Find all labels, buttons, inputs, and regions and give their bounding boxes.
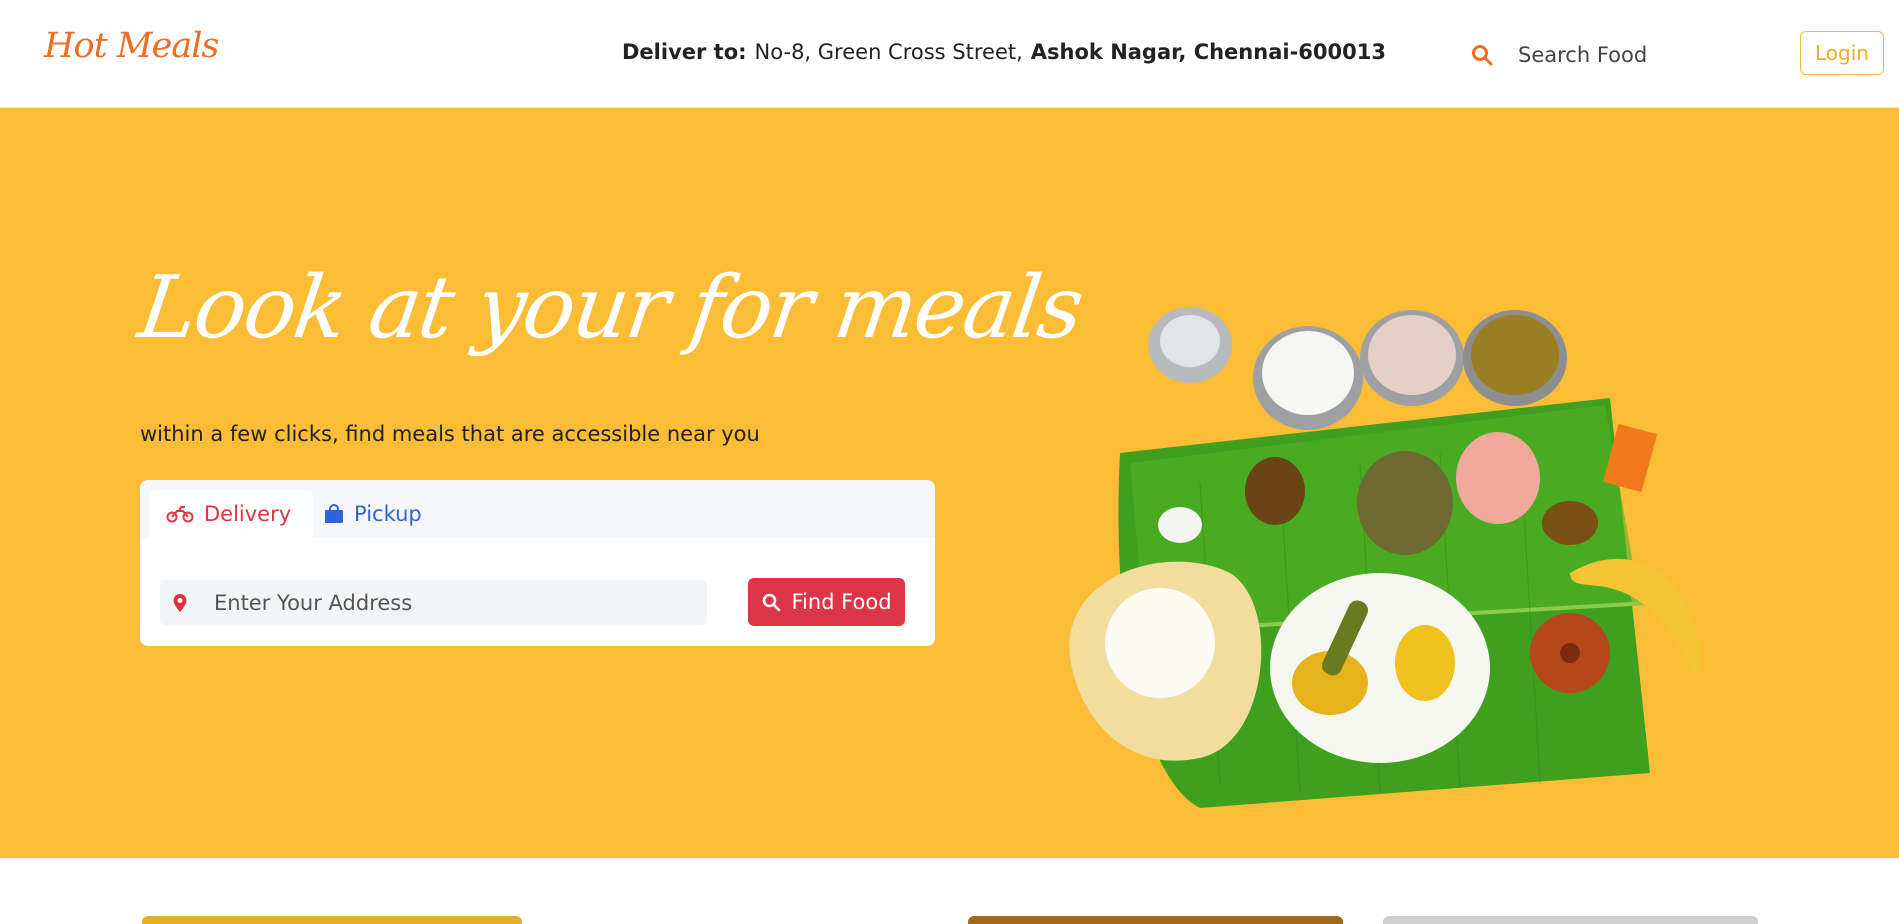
- search-food-link[interactable]: Search Food: [1470, 38, 1647, 72]
- address-input[interactable]: [212, 589, 696, 616]
- banana-leaf-meal-image: [1069, 307, 1702, 808]
- search-icon: [763, 593, 781, 612]
- order-card: Delivery Pickup Find Food: [140, 480, 935, 646]
- featured-card[interactable]: [968, 916, 1343, 924]
- shopping-bag-icon: [325, 504, 343, 523]
- delivery-location[interactable]: Deliver to: No-8, Green Cross Street, Asho…: [622, 40, 1386, 64]
- find-food-button[interactable]: Find Food: [748, 578, 905, 626]
- hero-section: Look at your for meals within a few clic…: [0, 108, 1899, 858]
- deliver-address-line: No-8, Green Cross Street,: [754, 40, 1023, 64]
- hero-subtitle: within a few clicks, find meals that are…: [140, 422, 760, 446]
- hero-title: Look at your for meals: [132, 258, 1088, 358]
- tab-delivery-label: Delivery: [204, 502, 292, 526]
- map-pin-icon: [173, 593, 187, 612]
- login-button[interactable]: Login: [1800, 31, 1884, 75]
- deliver-to-label: Deliver to:: [622, 40, 747, 64]
- deliver-address-area: Ashok Nagar, Chennai-600013: [1030, 40, 1386, 64]
- motorcycle-icon: [166, 506, 194, 523]
- search-food-label: Search Food: [1518, 43, 1648, 67]
- featured-card[interactable]: [1383, 916, 1758, 924]
- order-mode-tabs: Delivery Pickup: [140, 480, 935, 538]
- address-field[interactable]: [160, 580, 707, 625]
- featured-cards-strip: [0, 916, 1899, 924]
- top-navbar: Hot Meals Deliver to: No-8, Green Cross S…: [0, 0, 1899, 108]
- search-icon: [1472, 45, 1493, 66]
- tab-delivery[interactable]: Delivery: [150, 490, 314, 538]
- brand-logo[interactable]: Hot Meals: [44, 26, 219, 66]
- featured-card[interactable]: [142, 916, 522, 924]
- tab-pickup-label: Pickup: [354, 502, 422, 526]
- tab-pickup[interactable]: Pickup: [324, 490, 422, 538]
- find-food-label: Find Food: [791, 590, 892, 614]
